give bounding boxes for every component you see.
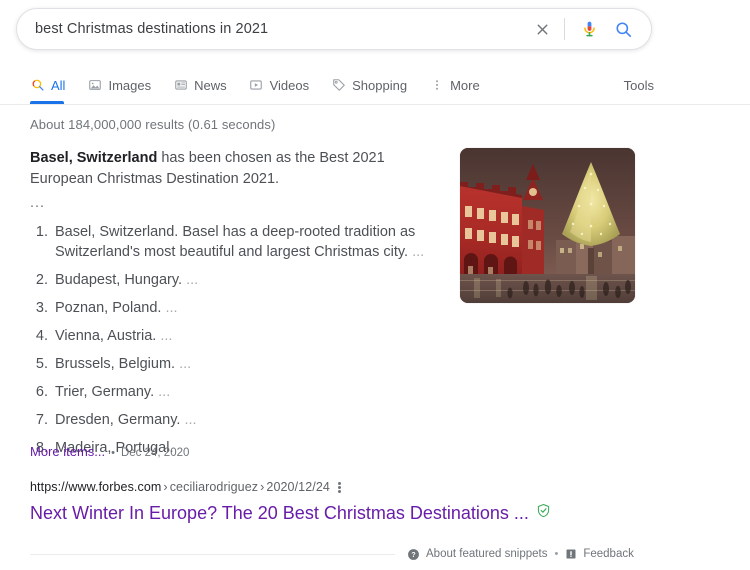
snippet-lead-text: Basel, Switzerland has been chosen as th…	[30, 148, 450, 190]
search-input[interactable]	[35, 21, 528, 37]
result-stats: About 184,000,000 results (0.61 seconds)	[30, 117, 276, 132]
footer-links: ? About featured snippets • Feedback	[407, 548, 634, 561]
basel-christmas-market-image	[460, 148, 635, 303]
result-url-row: https://www.forbes.com › ceciliarodriguez ›…	[30, 478, 630, 496]
tab-videos-label: Videos	[269, 77, 310, 93]
footer-separator: •	[554, 548, 559, 560]
tab-images-label: Images	[108, 77, 152, 93]
list-item-trailing: ...	[182, 272, 199, 288]
search-bar[interactable]	[16, 8, 652, 50]
tab-more-label: More	[450, 77, 480, 93]
featured-snippet: Basel, Switzerland has been chosen as th…	[30, 148, 450, 466]
list-item-text: Trier, Germany.	[55, 384, 155, 400]
help-question-icon: ?	[407, 548, 420, 561]
snippet-date: Dec 24, 2020	[120, 447, 190, 459]
nav-bottom-divider	[0, 104, 750, 105]
snippet-footer: ? About featured snippets • Feedback	[30, 544, 640, 564]
list-item-text: Brussels, Belgium.	[55, 356, 176, 372]
tab-shopping-label: Shopping	[352, 77, 408, 93]
tab-news-label: News	[194, 77, 227, 93]
list-item-trailing: ...	[156, 328, 173, 344]
result-title-link[interactable]: Next Winter In Europe? The 20 Best Chris…	[30, 501, 529, 525]
list-item: Basel, Switzerland. Basel has a deep-roo…	[52, 222, 450, 262]
feedback-flag-icon	[565, 548, 577, 560]
list-item-trailing: ...	[175, 356, 192, 372]
list-item-text: Vienna, Austria.	[55, 328, 157, 344]
search-nav-bar: All Images News Videos Shopping More Too…	[0, 66, 750, 104]
list-item-trailing: ...	[154, 384, 171, 400]
list-item-text: Poznan, Poland.	[55, 300, 162, 316]
snippet-list: Basel, Switzerland. Basel has a deep-roo…	[30, 222, 450, 458]
tab-shopping[interactable]: Shopping	[331, 66, 407, 104]
breadcrumb-separator: ›	[163, 480, 168, 494]
more-items-row: More items... • Dec 24, 2020	[30, 444, 189, 459]
list-item: Trier, Germany. ...	[52, 382, 450, 402]
feedback-label: Feedback	[583, 548, 634, 560]
tools-label: Tools	[623, 77, 654, 93]
tab-all-label: All	[51, 77, 66, 93]
snippet-bold-term: Basel, Switzerland	[30, 150, 158, 166]
shield-check-icon	[536, 503, 551, 523]
list-item: Vienna, Austria. ...	[52, 326, 450, 346]
tools-button[interactable]: Tools	[624, 66, 654, 104]
list-item: Dresden, Germany. ...	[52, 410, 450, 430]
result-url-path-2: 2020/12/24	[266, 480, 330, 494]
about-featured-snippets-label: About featured snippets	[426, 548, 548, 560]
tab-news[interactable]: News	[173, 66, 227, 104]
footer-divider	[30, 553, 395, 555]
google-search-results-page: All Images	[0, 0, 750, 570]
more-items-link[interactable]: More items...	[30, 444, 105, 459]
search-bar-divider	[564, 18, 565, 40]
search-magnifier-icon[interactable]	[609, 15, 637, 43]
search-bar-container	[16, 8, 652, 50]
video-icon	[249, 78, 264, 93]
image-icon	[87, 78, 102, 93]
about-featured-snippets-link[interactable]: ? About featured snippets	[407, 548, 547, 561]
nav-tabs-list: All Images News Videos Shopping More Too…	[0, 66, 750, 104]
snippet-thumbnail[interactable]	[460, 148, 635, 303]
list-item-trailing: ...	[180, 412, 197, 428]
microphone-icon[interactable]	[575, 15, 603, 43]
feedback-link[interactable]: Feedback	[565, 548, 634, 560]
list-item-text: Dresden, Germany.	[55, 412, 181, 428]
list-item-text: Budapest, Hungary.	[55, 272, 183, 288]
list-item: Brussels, Belgium. ...	[52, 354, 450, 374]
tab-images[interactable]: Images	[87, 66, 151, 104]
list-item-text: Basel, Switzerland. Basel has a deep-roo…	[55, 224, 416, 260]
tag-icon	[331, 78, 346, 93]
result-title-row: Next Winter In Europe? The 20 Best Chris…	[30, 501, 630, 525]
close-x-icon[interactable]	[528, 15, 556, 43]
search-icon	[30, 78, 45, 93]
tab-all[interactable]: All	[30, 66, 65, 104]
list-item-trailing: ...	[408, 244, 425, 260]
more-items-separator: •	[111, 447, 115, 459]
tab-videos[interactable]: Videos	[249, 66, 310, 104]
kebab-icon	[429, 78, 444, 93]
tab-more[interactable]: More	[429, 66, 480, 104]
list-item: Budapest, Hungary. ...	[52, 270, 450, 290]
result-url[interactable]: https://www.forbes.com › ceciliarodriguez ›…	[30, 480, 330, 494]
snippet-ellipsis: ...	[30, 195, 46, 211]
search-result: https://www.forbes.com › ceciliarodriguez ›…	[30, 478, 630, 525]
kebab-menu-icon[interactable]	[337, 481, 341, 494]
result-url-path-1: ceciliarodriguez	[169, 480, 259, 494]
list-item-trailing: ...	[161, 300, 178, 316]
result-url-domain: https://www.forbes.com	[30, 480, 162, 494]
news-icon	[173, 78, 188, 93]
svg-text:?: ?	[411, 551, 415, 558]
list-item: Poznan, Poland. ...	[52, 298, 450, 318]
